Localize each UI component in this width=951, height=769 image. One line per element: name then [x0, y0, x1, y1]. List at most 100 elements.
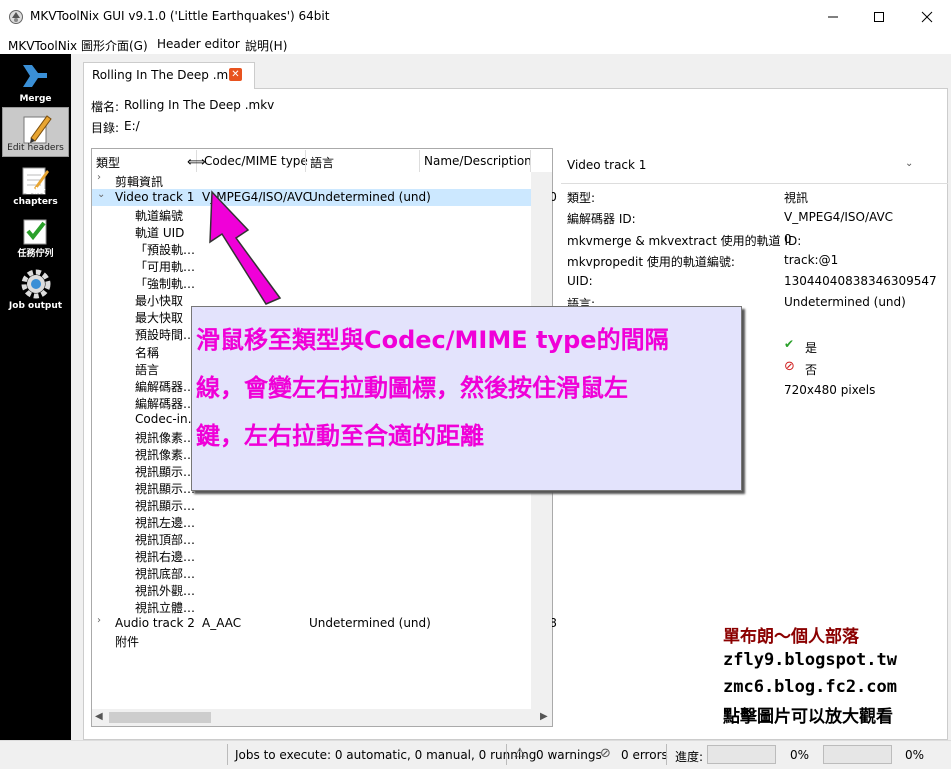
directory-value: E:/	[124, 119, 140, 133]
tree-cell-type: 視訊左邊…	[135, 516, 196, 530]
tab-label: Rolling In The Deep .mkv	[92, 68, 243, 82]
sidebar-item-edit-chapters[interactable]: Edit chapters	[2, 160, 69, 210]
window-title: MKVToolNix GUI v9.1.0 ('Little Earthquak…	[30, 9, 330, 23]
tree-row[interactable]: 視訊顯示…	[92, 496, 531, 513]
merge-arrow-icon	[23, 65, 47, 87]
column-separator[interactable]	[305, 150, 306, 172]
column-header-name[interactable]: Name/Description	[424, 154, 532, 168]
pencil-icon	[23, 115, 52, 144]
tree-row[interactable]: 視訊外觀…	[92, 581, 531, 598]
column-separator[interactable]	[419, 150, 420, 172]
progress-total-value: 0%	[905, 748, 925, 762]
resize-cursor-icon: ⟺	[187, 155, 206, 170]
tree-row[interactable]: 視訊立體…	[92, 598, 531, 615]
expand-right-icon[interactable]: ›	[97, 615, 101, 626]
scroll-right-icon[interactable]: ▶	[540, 711, 548, 722]
watermark-line-3: zmc6.blog.fc2.com	[723, 677, 897, 697]
minimize-button[interactable]	[810, 0, 856, 34]
progress-bar-total	[823, 745, 892, 764]
tree-cell-type: 軌道 UID	[135, 226, 185, 241]
tree-cell-type: 視訊像素…	[135, 447, 196, 462]
menu-header-editor[interactable]: Header editor	[157, 37, 240, 51]
tree-cell-type: 視訊頂部…	[135, 533, 196, 548]
tree-cell-type: 視訊顯示…	[135, 498, 196, 513]
tree-cell-lang: Undetermined (und)	[309, 190, 431, 205]
detail-value-propedit: track:@1	[784, 253, 839, 267]
jobs-status: Jobs to execute: 0 automatic, 0 manual, …	[235, 748, 537, 762]
sidebar-item-job-output[interactable]: Job output	[2, 264, 69, 314]
column-header-language[interactable]: 語言	[310, 154, 334, 171]
tree-cell-codec: A_AAC	[202, 616, 242, 631]
gear-icon	[21, 269, 51, 299]
expand-down-icon[interactable]: ⌄	[97, 189, 105, 200]
tab-close-button[interactable]: ✕	[229, 68, 242, 81]
detail-label-track-id: mkvmerge & mkvextract 使用的軌道 ID:	[567, 234, 802, 248]
errors-count[interactable]: 0 errors	[621, 748, 668, 762]
watermark-line-1: 單布朗～個人部落	[723, 627, 859, 647]
tree-row[interactable]: 視訊底部…	[92, 564, 531, 581]
detail-value-uid: 13044040838346309547	[784, 274, 937, 288]
tree-cell-type: 最大快取	[135, 311, 184, 326]
maximize-icon	[874, 12, 884, 22]
sidebar-item-label: 任務佇列	[17, 249, 54, 259]
error-icon: ⊘	[600, 746, 611, 761]
chevron-down-icon[interactable]: ⌄	[905, 158, 913, 169]
detail-label-propedit: mkvpropedit 使用的軌道編號:	[567, 255, 735, 269]
annotation-line-3: 鍵，左右拉動至合適的距離	[196, 422, 484, 450]
tree-cell-type: 「預設軌…	[135, 243, 196, 258]
column-header-type[interactable]: 類型	[96, 154, 120, 171]
detail-value-language: Undetermined (und)	[784, 295, 906, 309]
horizontal-scroll-thumb[interactable]	[109, 712, 211, 723]
tree-cell-type: 編解碼器…	[135, 379, 196, 394]
column-separator	[530, 150, 531, 172]
progress-current-value: 0%	[790, 748, 810, 762]
tree-cell-type: 視訊底部…	[135, 567, 196, 582]
tree-row[interactable]: 軌道 UID	[92, 223, 531, 240]
close-icon	[921, 11, 932, 23]
file-name-label: 檔名:	[91, 100, 120, 114]
expand-right-icon[interactable]: ›	[97, 172, 101, 183]
sidebar-item-job-queue[interactable]: 任務佇列	[2, 212, 69, 262]
tree-row[interactable]: › 剪輯資訊	[92, 172, 531, 189]
annotation-line-2: 線，會變左右拉動圖標，然後按住滑鼠左	[196, 374, 628, 402]
file-name-value: Rolling In The Deep .mkv	[124, 98, 275, 112]
pointer-arrow-icon	[209, 190, 282, 305]
tree-row[interactable]: 「強制軌…	[92, 274, 531, 291]
warnings-count[interactable]: 0 warnings	[536, 748, 602, 762]
tree-cell-type: 最小快取	[135, 294, 184, 309]
column-header-codec[interactable]: Codec/MIME type	[204, 154, 308, 168]
detail-heading: Video track 1	[567, 158, 647, 172]
detail-value-no: 否	[805, 363, 818, 377]
sidebar-item-edit-headers[interactable]: Edit headers	[2, 107, 69, 157]
tree-cell-type: 視訊右邊…	[135, 550, 196, 565]
detail-value-resolution: 720x480 pixels	[784, 383, 876, 397]
detail-value-yes: 是	[805, 341, 818, 355]
scroll-left-icon[interactable]: ◀	[95, 711, 103, 722]
status-separator	[506, 744, 507, 765]
status-separator	[666, 744, 667, 765]
tree-cell-type: 預設時間…	[135, 328, 196, 343]
tree-row[interactable]: 「預設軌…	[92, 240, 531, 257]
tree-row[interactable]: 軌道編號	[92, 206, 531, 223]
maximize-button[interactable]	[856, 0, 902, 34]
close-window-button[interactable]	[902, 0, 951, 34]
tree-row[interactable]: 視訊右邊…	[92, 547, 531, 564]
warning-icon: ⚠	[514, 746, 526, 761]
menu-mkvtoolnix[interactable]: MKVToolNix 圖形介面(G)	[8, 37, 148, 54]
status-separator	[227, 744, 228, 765]
minimize-icon	[828, 16, 838, 18]
menu-help[interactable]: 說明(H)	[245, 37, 287, 54]
detail-label-type: 類型:	[567, 191, 596, 205]
watermark-line-4: 點擊圖片可以放大觀看	[723, 707, 893, 727]
detail-label-uid: UID:	[567, 274, 593, 288]
sidebar-item-merge[interactable]: Merge	[2, 57, 69, 107]
tree-row[interactable]: ⌄ Video track 1 V_MPEG4/ISO/AVC Undetermine…	[92, 189, 557, 207]
detail-value-type: 視訊	[784, 191, 809, 205]
tree-row[interactable]: 「可用軌…	[92, 257, 531, 274]
annotation-line-1: 滑鼠移至類型與Codec/MIME type的間隔	[196, 326, 669, 354]
tree-row[interactable]: ›Audio track 2A_AACUndetermined (und)158	[92, 615, 557, 632]
progress-bar-current	[707, 745, 776, 764]
tree-row[interactable]: 視訊頂部…	[92, 530, 531, 547]
tree-row[interactable]: 視訊左邊…	[92, 513, 531, 530]
tree-row[interactable]: 附件	[92, 632, 531, 649]
